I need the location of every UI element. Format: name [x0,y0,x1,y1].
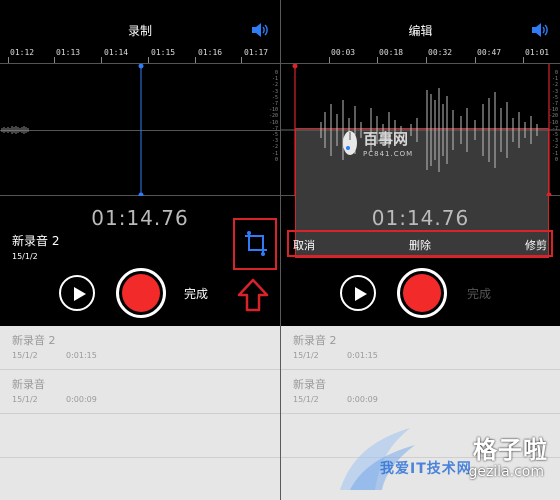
list-item[interactable]: 新录音 15/1/2 0:00:09 [281,370,560,414]
arrow-up-icon [237,278,269,312]
ruler-tick [523,57,524,63]
list-item[interactable]: 新录音 15/1/2 0:00:09 [0,370,280,414]
item-date: 15/1/2 [12,395,38,404]
ruler-tick [8,57,9,63]
screenshot-root: 录制 01:12 01:13 01:14 01:15 01:16 01:17 0… [0,0,560,500]
record-button[interactable] [116,268,166,318]
recording-date: 15/1/2 [12,252,38,261]
item-date: 15/1/2 [12,351,38,360]
ruler-tick [475,57,476,63]
record-screen: 录制 01:12 01:13 01:14 01:15 01:16 01:17 0… [0,0,280,500]
trim-highlight [233,218,277,270]
item-duration: 0:01:15 [66,351,97,360]
ruler-tick [101,57,102,63]
gezila-name: 格子啦 [473,436,548,464]
item-name: 新录音 2 [293,334,337,347]
delete-button[interactable]: 删除 [409,237,431,253]
recordings-list: 新录音 2 15/1/2 0:01:15 新录音 15/1/2 0:00:09 [0,326,280,500]
ruler-tick [148,57,149,63]
item-name: 新录音 [293,378,326,391]
record-button[interactable] [397,268,447,318]
time-ruler: 00:03 00:18 00:32 00:47 01:01 [281,46,560,64]
done-button[interactable]: 完成 [184,285,208,302]
list-item[interactable]: 新录音 2 15/1/2 0:01:15 [0,326,280,370]
ruler-tick [195,57,196,63]
play-button[interactable] [59,275,95,311]
list-item[interactable]: 新录音 2 15/1/2 0:01:15 [281,326,560,370]
gezila-url: gezila.com [468,464,544,480]
trim-icon[interactable] [243,230,269,258]
ruler-label: 01:14 [104,48,129,57]
playback-controls: 完成 [281,268,560,324]
ruler-tick [426,57,427,63]
db-scale: 0 -1 -2 -3 -5 -7 -10 -20 -10 -7 -5 -3 -2 -1 0 [548,70,558,163]
elapsed-timer: 01:14.76 [371,206,470,230]
ruler-tick [329,57,330,63]
speaker-icon[interactable] [250,22,270,38]
screen-title: 编辑 [408,24,433,38]
screen-title: 录制 [127,24,152,38]
ruler-tick [241,57,242,63]
edit-screen: 编辑 00:03 00:18 00:32 00:47 01:01 0 -1 -2… [281,0,560,500]
time-ruler: 01:12 01:13 01:14 01:15 01:16 01:17 [0,46,280,64]
waveform[interactable]: 0 -1 -2 -3 -5 -7 -10 -20 -10 -7 -5 -3 -2 -1 0 [0,64,280,196]
mouse-logo-icon [343,131,357,155]
gezila-watermark: 格子啦 gezila.com [392,430,552,494]
item-date: 15/1/2 [293,351,319,360]
item-date: 15/1/2 [293,395,319,404]
baishi-watermark: 百事网 PC841.COM [341,126,481,166]
play-button[interactable] [340,275,376,311]
item-duration: 0:00:09 [66,395,97,404]
ruler-label: 01:15 [151,48,176,57]
waveform[interactable]: 0 -1 -2 -3 -5 -7 -10 -20 -10 -7 -5 -3 -2 -1 0 百… [281,64,560,258]
item-name: 新录音 [12,378,45,391]
edit-action-bar: 取消 删除 修剪 [287,230,553,257]
baishi-url: PC841.COM [363,150,414,158]
speaker-icon[interactable] [530,22,550,38]
ruler-label: 00:03 [331,48,356,57]
ruler-label: 00:32 [428,48,453,57]
done-button[interactable]: 完成 [467,285,491,302]
recording-name[interactable]: 新录音 2 [12,232,59,249]
cancel-button[interactable]: 取消 [293,237,315,253]
ruler-label: 00:47 [477,48,502,57]
ruler-label: 01:13 [56,48,81,57]
ruler-label: 01:01 [525,48,550,57]
item-duration: 0:00:09 [347,395,378,404]
ruler-label: 01:12 [10,48,35,57]
item-duration: 0:01:15 [347,351,378,360]
ruler-label: 01:16 [198,48,223,57]
db-scale: 0 -1 -2 -3 -5 -7 -10 -20 -10 -7 -5 -3 -2 -1 0 [268,70,278,163]
list-item-empty [0,414,280,458]
ruler-tick [54,57,55,63]
item-name: 新录音 2 [12,334,56,347]
ruler-tick [377,57,378,63]
ruler-label: 00:18 [379,48,404,57]
trim-button[interactable]: 修剪 [525,237,547,253]
waveform-graph [1,64,144,196]
baishi-name: 百事网 [363,130,409,148]
ruler-label: 01:17 [244,48,269,57]
